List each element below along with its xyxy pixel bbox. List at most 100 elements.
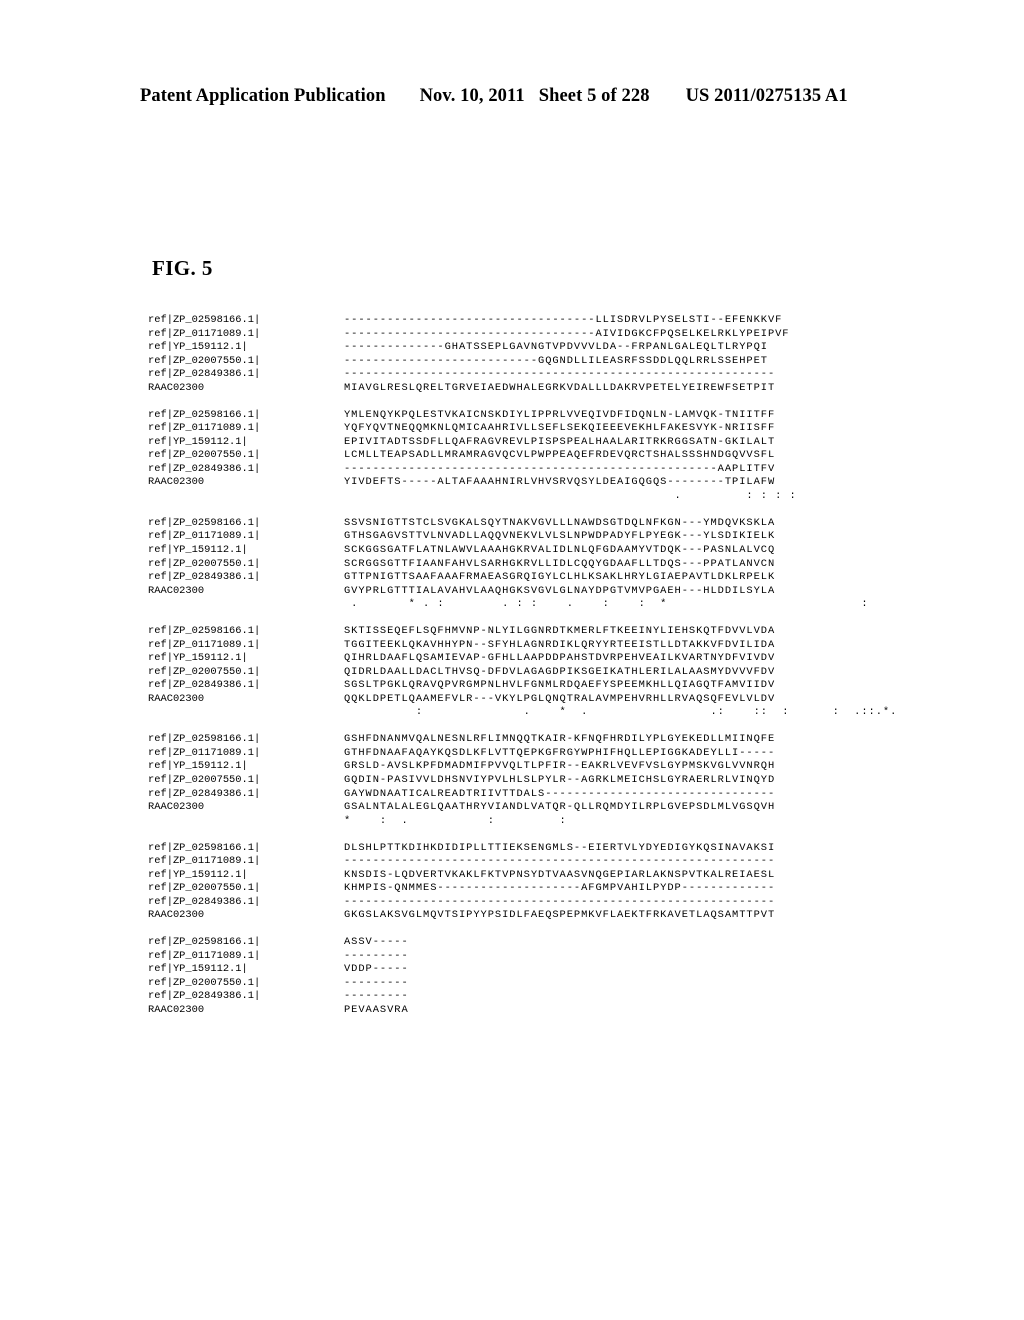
- alignment-row: RAAC02300 GSALNTALALEGLQAATHRYVIANDLVATQR…: [148, 801, 888, 815]
- alignment-row: ref|ZP_01171089.1| ----------------------…: [148, 328, 888, 342]
- consensus-text: . * . : . : : . : : * :: [344, 598, 869, 611]
- sequence-text: ----------------------------------------…: [344, 368, 776, 381]
- patent-number: US 2011/0275135 A1: [685, 86, 848, 106]
- page-header: Patent Application Publication Nov. 10, …: [140, 86, 884, 107]
- sequence-text: TGGITEEKLQKAVHHYPN--SFYHLAGNRDIKLQRYYRTE…: [344, 638, 776, 651]
- alignment-row: ref|YP_159112.1| VDDP-----: [148, 963, 888, 977]
- sequence-text: YIVDEFTS-----ALTAFAAAHNIRLVHVSRVQSYLDEAI…: [344, 476, 776, 489]
- consensus-text: * : . : :: [344, 814, 567, 827]
- sequence-text: SCRGGSGTTFIAANFAHVLSARHGKRVLLIDLCQQYGDAA…: [344, 557, 776, 570]
- alignment-row: ref|ZP_02849386.1| ----------------------…: [148, 368, 888, 382]
- alignment-block: ref|ZP_02598166.1| SSVSNIGTTSTCLSVGKALSQY…: [148, 517, 888, 612]
- alignment-row: ref|ZP_02598166.1| ASSV-----: [148, 936, 888, 950]
- sequence-text: SKTISSEQEFLSQFHMVNP-NLYILGGNRDTKMERLFTKE…: [344, 625, 776, 638]
- sequence-text: ----------------------------------------…: [344, 895, 776, 908]
- sequence-label: RAAC02300: [148, 476, 205, 489]
- sequence-text: SSVSNIGTTSTCLSVGKALSQYTNAKVGVLLLNAWDSGTD…: [344, 516, 776, 529]
- sequence-label: ref|ZP_02598166.1|: [148, 516, 261, 529]
- alignment-block: ref|ZP_02598166.1| ----------------------…: [148, 314, 888, 395]
- sequence-label: ref|ZP_02007550.1|: [148, 773, 261, 786]
- sequence-label: ref|ZP_02598166.1|: [148, 936, 261, 949]
- alignment-row: ref|ZP_01171089.1| GTHSGAGVSTTVLNVADLLAQQ…: [148, 530, 888, 544]
- alignment-row: ref|ZP_02598166.1| SKTISSEQEFLSQFHMVNP-NL…: [148, 625, 888, 639]
- alignment-row: ref|ZP_02007550.1| QIDRLDAALLDACLTHVSQ-DF…: [148, 666, 888, 680]
- sequence-label: ref|YP_159112.1|: [148, 435, 248, 448]
- alignment-row: ref|ZP_01171089.1| GTHFDNAAFAQAYKQSDLKFLV…: [148, 747, 888, 761]
- consensus-row: ref|ZP_02598166.1|* : . : :: [148, 815, 888, 829]
- consensus-text: . : : : :: [344, 489, 797, 502]
- sequence-text: ----------------------------------------…: [344, 855, 776, 868]
- alignment-row: ref|ZP_01171089.1| YQFYQVTNEQQMKNLQMICAAH…: [148, 422, 888, 436]
- sheet-number: Sheet 5 of 228: [538, 86, 650, 106]
- sequence-label: ref|ZP_02849386.1|: [148, 787, 261, 800]
- alignment-row: ref|ZP_02598166.1| YMLENQYKPQLESTVKAICNSK…: [148, 409, 888, 423]
- alignment-row: ref|ZP_02849386.1| ---------: [148, 990, 888, 1004]
- alignment-row: RAAC02300 MIAVGLRESLQRELTGRVEIAEDWHALEGRK…: [148, 382, 888, 396]
- sequence-text: GVYPRLGTTTIALAVAHVLAAQHGKSVGVLGLNAYDPGTV…: [344, 584, 776, 597]
- sequence-text: ---------: [344, 990, 409, 1003]
- sequence-alignment: ref|ZP_02598166.1| ----------------------…: [148, 314, 896, 1031]
- sequence-label: ref|ZP_02849386.1|: [148, 895, 261, 908]
- alignment-block: ref|ZP_02598166.1| GSHFDNANMVQALNESNLRFLI…: [148, 733, 888, 828]
- sequence-text: GTHFDNAAFAQAYKQSDLKFLVTTQEPKGFRGYWPHIFHQ…: [344, 746, 776, 759]
- alignment-row: ref|ZP_02007550.1| KHMPIS-QNMMES---------…: [148, 882, 888, 896]
- sequence-label: ref|ZP_01171089.1|: [148, 327, 261, 340]
- sequence-text: ---------------------------GQGNDLLILEASR…: [344, 354, 768, 367]
- alignment-row: ref|ZP_02598166.1| SSVSNIGTTSTCLSVGKALSQY…: [148, 517, 888, 531]
- sequence-text: -----------------------------------AIVID…: [344, 327, 790, 340]
- sequence-label: ref|ZP_01171089.1|: [148, 949, 261, 962]
- alignment-row: RAAC02300 YIVDEFTS-----ALTAFAAAHNIRLVHVSR…: [148, 476, 888, 490]
- consensus-row: ref|ZP_02598166.1| : . * . .: :: : : .::…: [148, 706, 896, 720]
- sequence-text: YMLENQYKPQLESTVKAICNSKDIYLIPPRLVVEQIVDFI…: [344, 408, 776, 421]
- alignment-row: ref|YP_159112.1| GRSLD-AVSLKPFDMADMIFPVVQ…: [148, 760, 888, 774]
- publication-title: Patent Application Publication: [140, 86, 386, 106]
- figure-title: FIG. 5: [152, 256, 213, 280]
- sequence-text: ---------: [344, 949, 409, 962]
- sequence-text: EPIVITADTSSDFLLQAFRAGVREVLPISPSPEALHAALA…: [344, 435, 776, 448]
- sequence-text: GSHFDNANMVQALNESNLRFLIMNQQTKAIR-KFNQFHRD…: [344, 733, 776, 746]
- alignment-block: ref|ZP_02598166.1| SKTISSEQEFLSQFHMVNP-NL…: [148, 625, 896, 720]
- sequence-text: VDDP-----: [344, 963, 409, 976]
- alignment-row: RAAC02300 GVYPRLGTTTIALAVAHVLAAQHGKSVGVLG…: [148, 585, 888, 599]
- alignment-block: ref|ZP_02598166.1| YMLENQYKPQLESTVKAICNSK…: [148, 409, 888, 504]
- alignment-block: ref|ZP_02598166.1| ASSV----- ref|ZP_011710…: [148, 936, 888, 1017]
- alignment-row: RAAC02300 PEVAASVRA: [148, 1004, 888, 1018]
- alignment-row: ref|YP_159112.1| QIHRLDAAFLQSAMIEVAP-GFHL…: [148, 652, 888, 666]
- alignment-row: ref|ZP_02007550.1| ---------: [148, 977, 888, 991]
- sequence-label: RAAC02300: [148, 584, 205, 597]
- alignment-row: ref|ZP_01171089.1| ----------------------…: [148, 855, 888, 869]
- sequence-text: GTTPNIGTTSAAFAAAFRMAEASGRQIGYLCLHLKSAKLH…: [344, 571, 776, 584]
- consensus-text: : . * . .: :: : : .::.*.: [344, 706, 898, 719]
- sequence-label: ref|ZP_02598166.1|: [148, 408, 261, 421]
- sequence-text: QIDRLDAALLDACLTHVSQ-DFDVLAGAGDPIKSGEIKAT…: [344, 665, 776, 678]
- sequence-text: GTHSGAGVSTTVLNVADLLAQQVNEKVLVLSLNPWDPADY…: [344, 530, 776, 543]
- sequence-label: ref|YP_159112.1|: [148, 341, 248, 354]
- alignment-row: ref|ZP_02849386.1| GTTPNIGTTSAAFAAAFRMAEA…: [148, 571, 888, 585]
- sequence-label: ref|ZP_01171089.1|: [148, 746, 261, 759]
- sequence-label: ref|YP_159112.1|: [148, 760, 248, 773]
- sequence-label: ref|ZP_02849386.1|: [148, 679, 261, 692]
- alignment-row: ref|ZP_02849386.1| GAYWDNAATICALREADTRIIV…: [148, 788, 888, 802]
- sequence-label: ref|ZP_02849386.1|: [148, 571, 261, 584]
- sequence-label: ref|ZP_02598166.1|: [148, 314, 261, 326]
- sequence-text: ----------------------------------------…: [344, 462, 776, 475]
- sequence-label: ref|ZP_02007550.1|: [148, 665, 261, 678]
- alignment-row: ref|YP_159112.1| --------------GHATSSEPLG…: [148, 341, 888, 355]
- sequence-label: RAAC02300: [148, 381, 205, 394]
- sequence-label: ref|ZP_01171089.1|: [148, 422, 261, 435]
- sequence-label: ref|ZP_02598166.1|: [148, 733, 261, 746]
- sequence-label: ref|ZP_02007550.1|: [148, 449, 261, 462]
- alignment-row: ref|ZP_01171089.1| ---------: [148, 950, 888, 964]
- sequence-label: ref|YP_159112.1|: [148, 543, 248, 556]
- sequence-text: PEVAASVRA: [344, 1003, 409, 1016]
- sequence-text: YQFYQVTNEQQMKNLQMICAAHRIVLLSEFLSEKQIEEEV…: [344, 422, 776, 435]
- sequence-text: GKGSLAKSVGLMQVTSIPYYPSIDLFAEQSPEPMKVFLAE…: [344, 909, 776, 922]
- sequence-text: DLSHLPTTKDIHKDIDIPLLTTIEKSENGMLS--EIERTV…: [344, 841, 776, 854]
- sequence-label: ref|ZP_02849386.1|: [148, 462, 261, 475]
- publication-date: Nov. 10, 2011: [419, 86, 525, 106]
- sequence-label: RAAC02300: [148, 801, 205, 814]
- alignment-row: ref|ZP_01171089.1| TGGITEEKLQKAVHHYPN--SF…: [148, 639, 888, 653]
- sequence-label: ref|YP_159112.1|: [148, 963, 248, 976]
- sequence-text: GRSLD-AVSLKPFDMADMIFPVVQLTLPFIR--EAKRLVE…: [344, 760, 776, 773]
- sequence-label: ref|ZP_02007550.1|: [148, 557, 261, 570]
